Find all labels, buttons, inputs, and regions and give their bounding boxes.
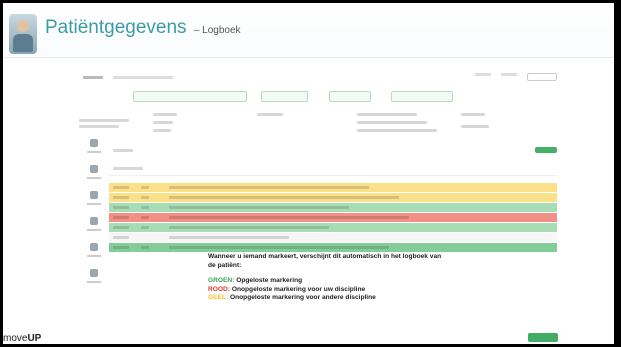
info-line xyxy=(357,129,437,132)
logbook-tab xyxy=(113,149,133,152)
sidebar-icon[interactable] xyxy=(90,243,98,251)
info-line xyxy=(461,113,485,116)
legend-red-text: Onopgeloste markering voor uw discipline xyxy=(231,285,366,293)
sidebar-icon[interactable] xyxy=(90,165,98,173)
brand-suffix: UP xyxy=(27,333,42,344)
callout-intro: Wanneer u iemand markeert, verschijnt di… xyxy=(208,253,442,269)
log-row-yellow[interactable] xyxy=(109,183,557,192)
info-line xyxy=(79,119,129,122)
legend-red-label: ROOD: xyxy=(208,285,230,293)
app-logo xyxy=(83,75,103,79)
info-line xyxy=(257,113,283,116)
sidebar-icon[interactable] xyxy=(90,217,98,225)
sidebar-icon[interactable] xyxy=(90,139,98,147)
app-topbar-right xyxy=(475,73,557,81)
log-row-green[interactable] xyxy=(109,203,557,212)
legend-green-label: GROEN: xyxy=(208,277,235,284)
info-line xyxy=(153,129,171,132)
legend-green: GROEN: Opgeloste markering xyxy=(208,277,446,286)
title-subtitle: – Logboek xyxy=(193,25,241,36)
info-line xyxy=(153,121,173,124)
slide: Patiëntgegevens – Logboek Wanneer u iema… xyxy=(3,3,614,344)
legend-red: ROOD: Onopgeloste markering voor uw disc… xyxy=(208,286,446,295)
brand-logo: moveUP xyxy=(3,333,41,344)
patient-field-2 xyxy=(261,91,308,102)
info-line xyxy=(79,125,119,128)
legend-yellow: GEEL: Onopgeloste markering voor andere … xyxy=(208,294,446,303)
logbook-filter xyxy=(113,167,143,170)
app-sidebar xyxy=(81,139,109,309)
log-row-green[interactable] xyxy=(109,243,557,252)
sidebar-icon[interactable] xyxy=(90,191,98,199)
save-button[interactable] xyxy=(528,333,558,342)
page-title: Patiëntgegevens – Logboek xyxy=(45,17,241,39)
explanation-callout: Wanneer u iemand markeert, verschijnt di… xyxy=(208,253,446,325)
info-line xyxy=(357,121,427,124)
patient-field-4 xyxy=(391,91,453,102)
sidebar-icon[interactable] xyxy=(90,269,98,277)
info-line xyxy=(153,113,177,116)
log-row-green[interactable] xyxy=(109,223,557,232)
brand-prefix: move xyxy=(3,333,28,344)
legend-green-text: Opgeloste markering xyxy=(236,277,303,284)
info-line xyxy=(357,113,417,116)
slide-frame: Patiëntgegevens – Logboek Wanneer u iema… xyxy=(0,0,621,347)
slide-header: Patiëntgegevens – Logboek xyxy=(3,3,614,58)
patient-field-3 xyxy=(329,91,371,102)
legend-yellow-text: Onopgeloste markering voor andere discip… xyxy=(230,294,376,301)
app-topbar xyxy=(73,69,563,85)
info-line xyxy=(461,125,489,128)
patient-field-1 xyxy=(133,91,247,102)
avatar-icon xyxy=(9,14,37,54)
log-row-yellow[interactable] xyxy=(109,193,557,202)
title-text: Patiëntgegevens xyxy=(45,17,187,38)
log-row-red[interactable] xyxy=(109,213,557,222)
app-nav xyxy=(113,75,173,79)
add-log-button[interactable] xyxy=(535,147,557,153)
log-row-plain[interactable] xyxy=(109,233,557,242)
legend-yellow-label: GEEL: xyxy=(208,294,229,301)
